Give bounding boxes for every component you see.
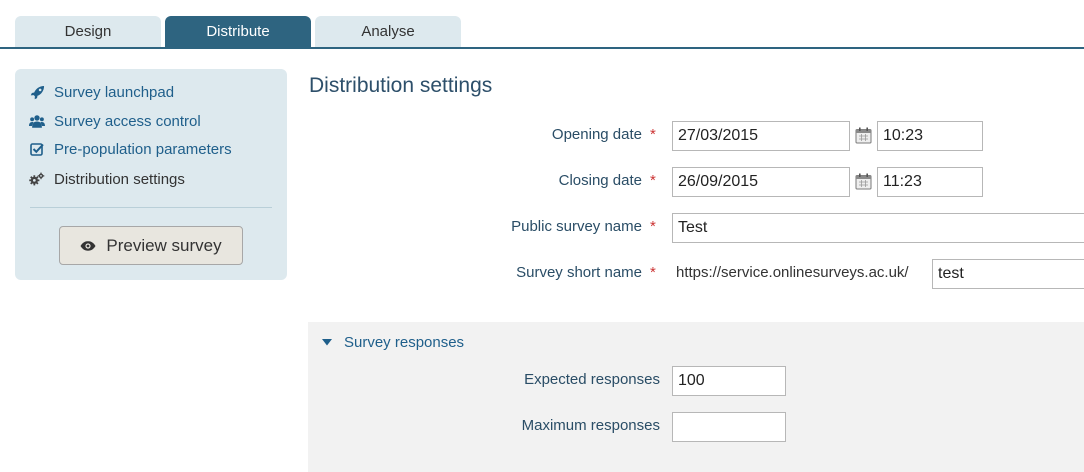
expected-responses-label: Expected responses <box>524 371 660 388</box>
tab-analyse[interactable]: Analyse <box>315 16 461 48</box>
closing-time-input[interactable]: 11:23 <box>877 167 983 197</box>
required-marker: * <box>650 126 656 143</box>
sidebar-divider <box>30 207 272 208</box>
tab-design[interactable]: Design <box>15 16 161 48</box>
gears-icon <box>29 171 45 187</box>
preview-survey-button[interactable]: Preview survey <box>59 226 243 265</box>
rocket-icon <box>29 84 45 100</box>
checkbox-icon <box>29 141 45 157</box>
eye-icon <box>80 240 96 251</box>
survey-responses-title: Survey responses <box>344 333 465 351</box>
sidebar-item-survey-launchpad[interactable]: Survey launchpad <box>29 81 174 103</box>
sidebar-item-pre-population-parameters[interactable]: Pre-population parameters <box>29 138 232 160</box>
required-marker: * <box>650 218 656 235</box>
calendar-icon[interactable] <box>855 127 873 145</box>
top-tabs: Design Distribute Analyse <box>0 0 1084 50</box>
closing-date-label: Closing date <box>558 172 642 189</box>
sidebar-item-label: Pre-population parameters <box>54 140 232 158</box>
maximum-responses-label: Maximum responses <box>521 417 660 434</box>
opening-date-label: Opening date <box>551 126 642 143</box>
tab-distribute[interactable]: Distribute <box>165 16 311 48</box>
opening-time-input[interactable]: 10:23 <box>877 121 983 151</box>
sidebar-item-label: Distribution settings <box>54 170 185 188</box>
expected-responses-input[interactable]: 100 <box>672 366 786 396</box>
survey-short-name-input[interactable]: test <box>932 259 1084 289</box>
required-marker: * <box>650 264 656 281</box>
calendar-icon[interactable] <box>855 173 873 191</box>
tabs-underline <box>0 47 1084 49</box>
maximum-responses-input[interactable] <box>672 412 786 442</box>
sidebar-item-distribution-settings[interactable]: Distribution settings <box>29 168 185 190</box>
required-marker: * <box>650 172 656 189</box>
survey-responses-toggle[interactable]: Survey responses <box>322 332 464 352</box>
caret-down-icon <box>322 338 332 346</box>
opening-date-input[interactable]: 27/03/2015 <box>672 121 850 151</box>
sidebar-item-survey-access-control[interactable]: Survey access control <box>29 110 201 132</box>
users-icon <box>29 113 45 129</box>
sidebar-item-label: Survey access control <box>54 112 201 130</box>
public-survey-name-input[interactable]: Test <box>672 213 1084 243</box>
url-prefix: https://service.onlinesurveys.ac.uk/ <box>676 264 909 281</box>
survey-responses-section: Survey responses Expected responses 100 … <box>308 322 1084 472</box>
sidebar-item-label: Survey launchpad <box>54 83 175 101</box>
page-title: Distribution settings <box>309 74 493 97</box>
closing-date-input[interactable]: 26/09/2015 <box>672 167 850 197</box>
sidebar: Survey launchpad Survey access control P… <box>15 69 287 280</box>
survey-short-name-label: Survey short name <box>516 264 642 281</box>
preview-survey-label: Preview survey <box>106 235 222 255</box>
public-survey-name-label: Public survey name <box>511 218 642 235</box>
